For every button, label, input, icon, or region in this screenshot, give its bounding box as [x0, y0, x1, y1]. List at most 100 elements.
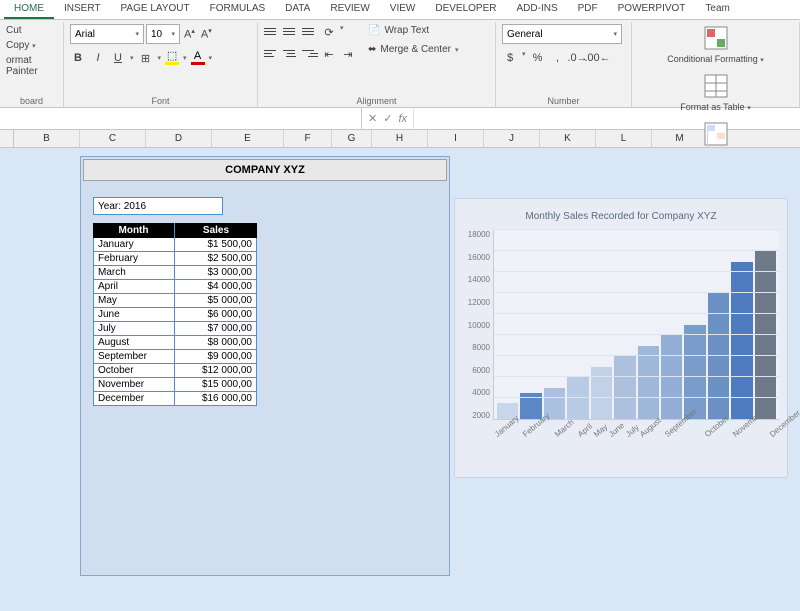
worksheet-area[interactable]: COMPANY XYZ Year: 2016 Month Sales Janua… [0, 148, 800, 611]
select-all-corner[interactable] [0, 130, 14, 147]
column-header-H[interactable]: H [372, 130, 428, 147]
underline-button[interactable]: U [110, 50, 126, 66]
tab-view[interactable]: VIEW [380, 0, 426, 19]
tab-page-layout[interactable]: PAGE LAYOUT [111, 0, 200, 19]
table-row[interactable]: March$3 000,00 [93, 266, 257, 280]
italic-button[interactable]: I [90, 50, 106, 66]
tab-developer[interactable]: DEVELOPER [425, 0, 506, 19]
cell-sales: $6 000,00 [175, 308, 256, 321]
column-header-M[interactable]: M [652, 130, 708, 147]
bold-button[interactable]: B [70, 50, 86, 66]
align-left-button[interactable] [264, 46, 280, 60]
cell-sales: $7 000,00 [175, 322, 256, 335]
cell-month: October [94, 364, 175, 377]
comma-button[interactable]: , [550, 50, 566, 66]
tab-add-ins[interactable]: ADD-INS [507, 0, 568, 19]
column-header-F[interactable]: F [284, 130, 332, 147]
cell-month: April [94, 280, 175, 293]
chart-bar[interactable] [567, 377, 588, 419]
cut-button[interactable]: Cut [6, 24, 57, 37]
cell-sales: $5 000,00 [175, 294, 256, 307]
border-button[interactable]: ⊞ [138, 50, 154, 66]
chart-bar[interactable] [731, 262, 752, 420]
chart-bar[interactable] [591, 367, 612, 420]
tab-review[interactable]: REVIEW [320, 0, 379, 19]
cell-sales: $2 500,00 [175, 252, 256, 265]
ribbon: Cut Copy ▾ ormat Painter board Arial▾ 10… [0, 20, 800, 108]
merge-center-button[interactable]: ⬌Merge & Center ▾ [368, 43, 459, 56]
tab-team[interactable]: Team [695, 0, 739, 19]
cell-sales: $3 000,00 [175, 266, 256, 279]
table-row[interactable]: April$4 000,00 [93, 280, 257, 294]
tab-powerpivot[interactable]: POWERPIVOT [608, 0, 696, 19]
formula-input[interactable] [413, 108, 800, 129]
copy-button[interactable]: Copy ▾ [6, 39, 57, 52]
format-as-table-button[interactable]: Format as Table ▾ [638, 72, 793, 112]
align-right-button[interactable] [302, 46, 318, 60]
align-center-button[interactable] [283, 46, 299, 60]
column-header-J[interactable]: J [484, 130, 540, 147]
table-row[interactable]: January$1 500,00 [93, 238, 257, 252]
number-format-select[interactable]: General▾ [502, 24, 622, 44]
orientation-button[interactable]: ⟳ [321, 24, 337, 40]
column-header-L[interactable]: L [596, 130, 652, 147]
increase-decimal-button[interactable]: .0→ [570, 50, 586, 66]
tab-data[interactable]: DATA [275, 0, 320, 19]
chart-x-axis: JanuaryFebruaryMarchAprilMayJuneJulyAugu… [463, 420, 779, 470]
ribbon-tabs: HOMEINSERTPAGE LAYOUTFORMULASDATAREVIEWV… [0, 0, 800, 20]
chart-bar[interactable] [638, 346, 659, 420]
chart-bar[interactable] [614, 356, 635, 419]
table-row[interactable]: August$8 000,00 [93, 336, 257, 350]
alignment-label: Alignment [264, 95, 489, 107]
wrap-text-button[interactable]: 📄Wrap Text [368, 24, 459, 37]
column-header-C[interactable]: C [80, 130, 146, 147]
font-name-select[interactable]: Arial▾ [70, 24, 144, 44]
tab-insert[interactable]: INSERT [54, 0, 111, 19]
chart-bar[interactable] [755, 251, 776, 419]
table-row[interactable]: July$7 000,00 [93, 322, 257, 336]
increase-indent-button[interactable]: ⇥ [340, 46, 356, 62]
column-header-E[interactable]: E [212, 130, 284, 147]
table-row[interactable]: October$12 000,00 [93, 364, 257, 378]
table-row[interactable]: December$16 000,00 [93, 392, 257, 406]
fill-color-button[interactable]: ⬚ [165, 51, 179, 65]
table-row[interactable]: November$15 000,00 [93, 378, 257, 392]
tab-pdf[interactable]: PDF [568, 0, 608, 19]
table-row[interactable]: September$9 000,00 [93, 350, 257, 364]
fx-button[interactable]: fx [398, 113, 407, 125]
enter-formula-button[interactable]: ✓ [383, 112, 392, 125]
chart-bar[interactable] [661, 335, 682, 419]
column-header-I[interactable]: I [428, 130, 484, 147]
align-bottom-button[interactable] [302, 24, 318, 38]
decrease-indent-button[interactable]: ⇤ [321, 46, 337, 62]
align-top-button[interactable] [264, 24, 280, 38]
grow-font-button[interactable]: A▴ [182, 27, 197, 41]
cancel-formula-button[interactable]: ✕ [368, 112, 377, 125]
percent-button[interactable]: % [530, 50, 546, 66]
chart-bar[interactable] [708, 293, 729, 419]
font-color-button[interactable]: A [191, 51, 205, 65]
align-middle-button[interactable] [283, 24, 299, 38]
font-size-select[interactable]: 10▾ [146, 24, 180, 44]
decrease-decimal-button[interactable]: .00← [590, 50, 606, 66]
year-input[interactable]: Year: 2016 [93, 197, 223, 215]
column-header-K[interactable]: K [540, 130, 596, 147]
table-row[interactable]: May$5 000,00 [93, 294, 257, 308]
chart-bar[interactable] [684, 325, 705, 420]
column-header-G[interactable]: G [332, 130, 372, 147]
currency-button[interactable]: $ [502, 50, 518, 66]
column-header-D[interactable]: D [146, 130, 212, 147]
name-box[interactable] [0, 108, 362, 129]
chart[interactable]: Monthly Sales Recorded for Company XYZ 1… [454, 198, 788, 478]
chart-title: Monthly Sales Recorded for Company XYZ [463, 207, 779, 230]
tab-formulas[interactable]: FORMULAS [200, 0, 276, 19]
cell-sales: $1 500,00 [175, 238, 256, 251]
conditional-formatting-button[interactable]: Conditional Formatting ▾ [638, 24, 793, 64]
tab-home[interactable]: HOME [4, 0, 54, 19]
table-row[interactable]: June$6 000,00 [93, 308, 257, 322]
font-label: Font [70, 95, 251, 107]
table-row[interactable]: February$2 500,00 [93, 252, 257, 266]
shrink-font-button[interactable]: A▾ [199, 27, 214, 41]
format-painter-button[interactable]: ormat Painter [6, 54, 57, 78]
column-header-B[interactable]: B [14, 130, 80, 147]
